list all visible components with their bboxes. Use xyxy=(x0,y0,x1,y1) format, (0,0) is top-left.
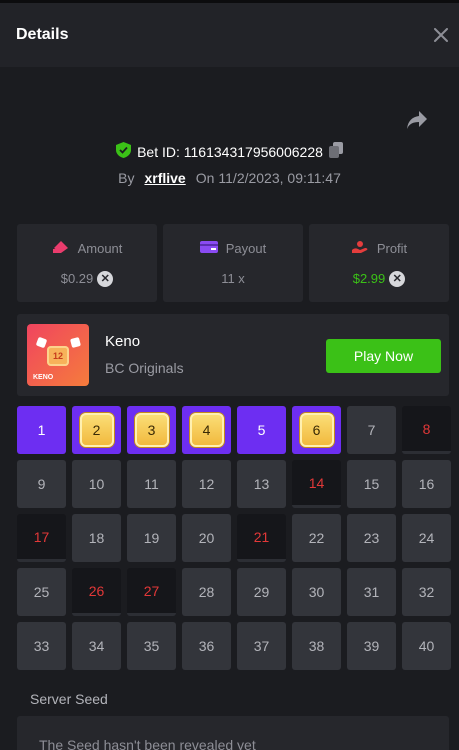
stat-payout: Payout 11 x xyxy=(163,224,303,302)
keno-hit-gem: 4 xyxy=(189,413,224,447)
keno-hit-gem: 6 xyxy=(299,413,334,447)
keno-cell: 31 xyxy=(347,568,396,616)
currency-coin-icon: ✕ xyxy=(97,270,114,287)
username-link[interactable]: xrflive xyxy=(144,170,185,186)
bet-stats: Amount $0.29 ✕ Payout 11 x Profit $2.99 … xyxy=(17,224,449,302)
die-icon xyxy=(69,336,82,349)
payout-value: 11 x xyxy=(221,271,245,286)
keno-cell: 34 xyxy=(72,622,121,670)
keno-cell: 8 xyxy=(402,406,451,454)
keno-cell: 22 xyxy=(292,514,341,562)
profit-value: $2.99 xyxy=(352,271,386,286)
amount-value: $0.29 xyxy=(60,271,94,286)
share-icon[interactable] xyxy=(405,109,429,131)
bet-datetime: 11/2/2023, 09:11:47 xyxy=(218,170,341,186)
server-seed-label: Server Seed xyxy=(30,691,108,707)
server-seed-text: The Seed hasn't been revealed yet xyxy=(39,737,256,750)
bet-id-text: Bet ID: 116134317956006228 xyxy=(137,143,323,160)
keno-cell: 20 xyxy=(182,514,231,562)
keno-cell: 21 xyxy=(237,514,286,562)
keno-cell: 38 xyxy=(292,622,341,670)
keno-cell: 17 xyxy=(17,514,66,562)
copy-icon[interactable] xyxy=(328,142,343,161)
keno-cell: 28 xyxy=(182,568,231,616)
game-provider: BC Originals xyxy=(105,360,184,376)
keno-cell: 15 xyxy=(347,460,396,508)
server-seed-box: The Seed hasn't been revealed yet xyxy=(17,716,449,750)
keno-cell: 14 xyxy=(292,460,341,508)
game-name: Keno xyxy=(105,333,141,350)
currency-coin-icon: ✕ xyxy=(389,270,406,287)
bet-author-line: By xrflive On 11/2/2023, 09:11:47 xyxy=(0,170,459,186)
keno-thumbnail[interactable]: 12 KENO xyxy=(27,324,89,386)
play-now-button[interactable]: Play Now xyxy=(326,339,441,373)
keno-cell: 4 xyxy=(182,406,231,454)
profit-label: Profit xyxy=(376,240,408,256)
close-icon[interactable] xyxy=(431,25,451,45)
keno-cell: 2 xyxy=(72,406,121,454)
keno-cell: 18 xyxy=(72,514,121,562)
amount-label: Amount xyxy=(77,240,123,256)
keno-cell: 11 xyxy=(127,460,176,508)
amount-icon xyxy=(52,240,70,257)
keno-cell: 26 xyxy=(72,568,121,616)
die-icon xyxy=(35,336,48,349)
keno-cell: 19 xyxy=(127,514,176,562)
keno-cell: 33 xyxy=(17,622,66,670)
keno-cell: 7 xyxy=(347,406,396,454)
keno-cell: 40 xyxy=(402,622,451,670)
bet-id-line: Bet ID: 116134317956006228 xyxy=(0,142,459,161)
game-card: 12 KENO Keno BC Originals Play Now xyxy=(17,314,449,396)
keno-cell: 24 xyxy=(402,514,451,562)
stat-amount: Amount $0.29 ✕ xyxy=(17,224,157,302)
keno-cell: 12 xyxy=(182,460,231,508)
keno-cell: 29 xyxy=(237,568,286,616)
details-header: Details xyxy=(0,3,459,67)
keno-cell: 25 xyxy=(17,568,66,616)
keno-cell: 23 xyxy=(347,514,396,562)
keno-cell: 3 xyxy=(127,406,176,454)
thumb-label: KENO xyxy=(33,374,54,381)
keno-hit-gem: 3 xyxy=(134,413,169,447)
keno-cell: 1 xyxy=(17,406,66,454)
by-label: By xyxy=(118,170,135,186)
keno-cell: 39 xyxy=(347,622,396,670)
keno-cell: 37 xyxy=(237,622,286,670)
stat-profit: Profit $2.99 ✕ xyxy=(309,224,449,302)
on-label: On xyxy=(195,170,215,186)
keno-cell: 9 xyxy=(17,460,66,508)
keno-hit-gem: 2 xyxy=(79,413,114,447)
keno-cell: 30 xyxy=(292,568,341,616)
payout-label: Payout xyxy=(225,241,267,256)
page-title: Details xyxy=(16,26,69,43)
keno-cell: 5 xyxy=(237,406,286,454)
keno-cell: 10 xyxy=(72,460,121,508)
keno-cell: 32 xyxy=(402,568,451,616)
keno-cell: 35 xyxy=(127,622,176,670)
keno-cell: 16 xyxy=(402,460,451,508)
keno-board: 1 2 3 4 5 6 7 8 9 10 11 12 13 14 15 16 17 18 19 20 21 22 23 24 2… xyxy=(17,406,451,670)
payout-wallet-icon xyxy=(199,240,218,257)
keno-cell: 27 xyxy=(127,568,176,616)
keno-cell: 13 xyxy=(237,460,286,508)
thumb-number: 12 xyxy=(47,346,69,366)
keno-cell: 6 xyxy=(292,406,341,454)
verified-shield-icon xyxy=(116,142,132,161)
keno-cell: 36 xyxy=(182,622,231,670)
profit-icon xyxy=(351,240,369,257)
